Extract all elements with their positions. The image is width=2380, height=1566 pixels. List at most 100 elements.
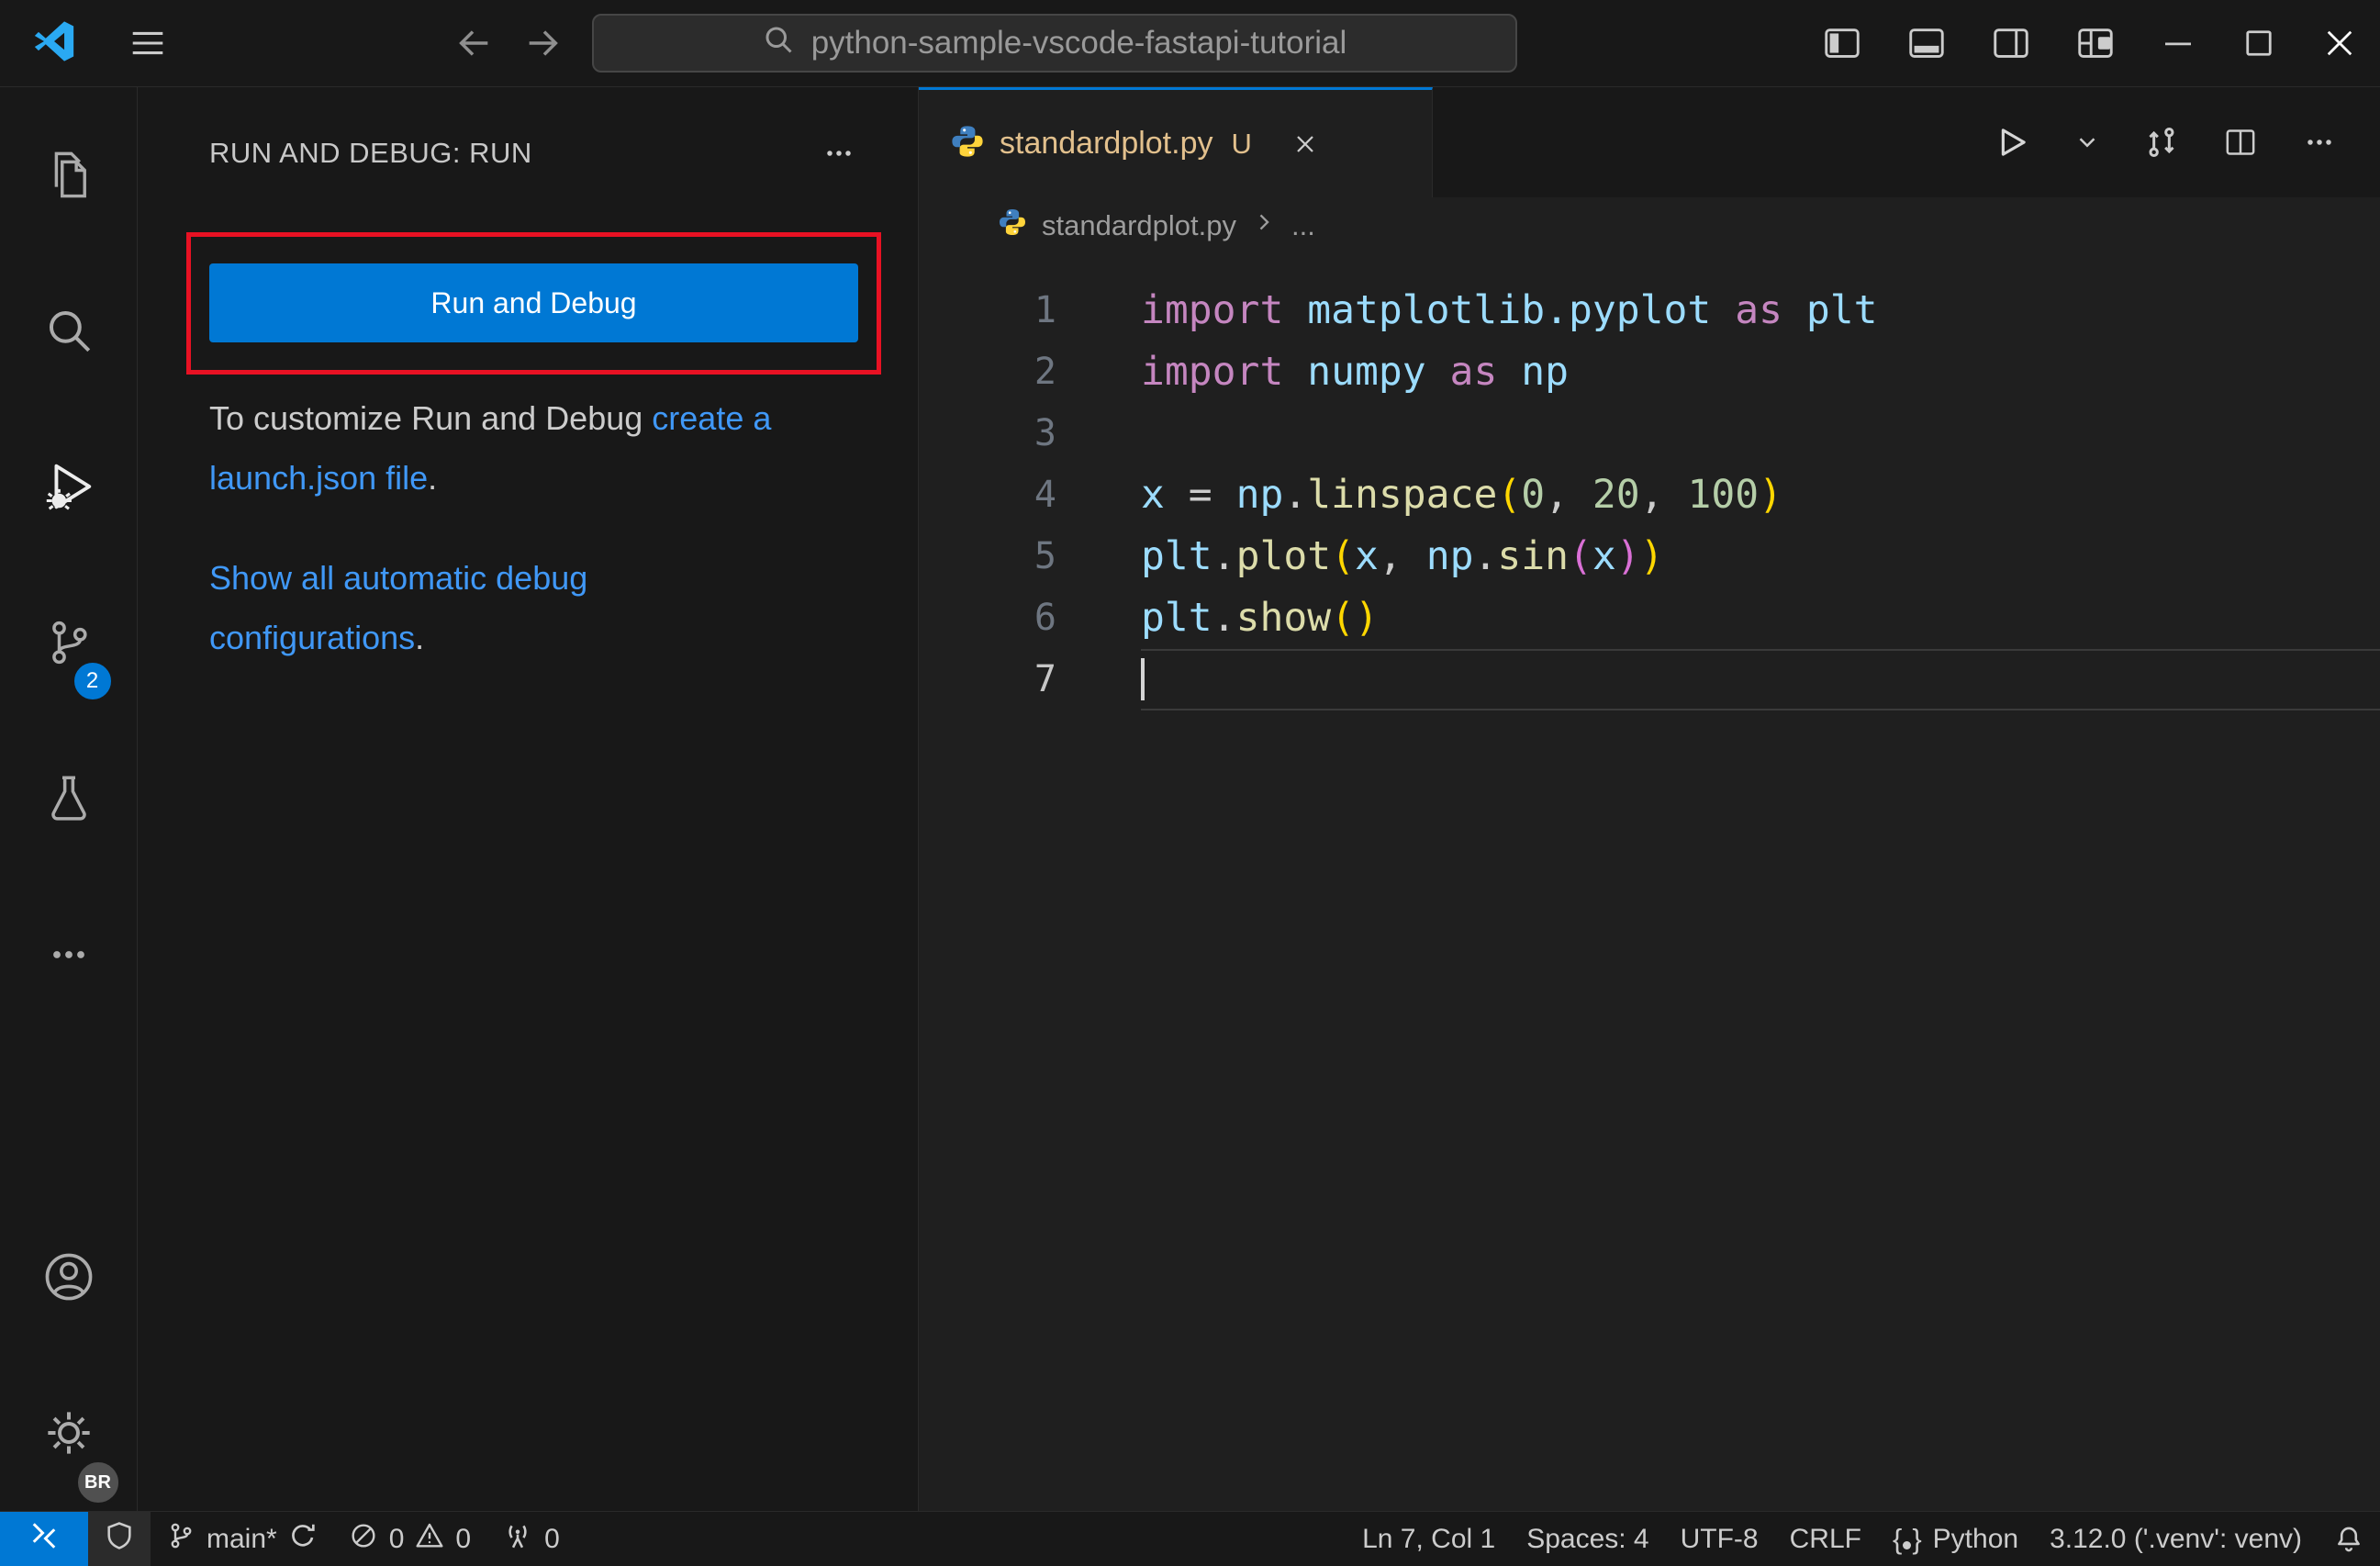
customize-text: To customize Run and Debug	[209, 399, 653, 437]
code-line-6[interactable]: 6 plt.show()	[919, 587, 2380, 649]
minimize-button[interactable]	[2138, 0, 2218, 87]
tab-standardplot[interactable]: standardplot.py U	[919, 87, 1433, 197]
breadcrumb-chevron-icon	[1251, 209, 1277, 242]
eol-item[interactable]: CRLF	[1774, 1512, 1877, 1566]
maximize-button[interactable]	[2218, 0, 2299, 87]
breadcrumb-file-name[interactable]: standardplot.py	[1042, 209, 1236, 242]
git-branch-icon	[166, 1521, 196, 1558]
toggle-primary-sidebar-icon[interactable]	[1800, 0, 1884, 87]
toggle-panel-icon[interactable]	[1884, 0, 1969, 87]
sidebar-header: RUN AND DEBUG: RUN	[138, 87, 918, 172]
tab-bar: standardplot.py U	[919, 87, 2380, 197]
tab-git-status-badge: U	[1231, 127, 1252, 160]
python-interpreter-item[interactable]: 3.12.0 ('.venv': venv)	[2034, 1512, 2318, 1566]
line-number: 4	[1034, 474, 1056, 516]
line-content[interactable]: plt.plot(x, np.sin(x))	[1141, 526, 2380, 587]
source-control-icon[interactable]: 2	[0, 565, 138, 721]
show-configs-period: .	[415, 619, 425, 656]
code-line-4[interactable]: 4 x = np.linspace(0, 20, 100)	[919, 464, 2380, 526]
customize-layout-icon[interactable]	[2053, 0, 2138, 87]
line-content[interactable]: import numpy as np	[1141, 341, 2380, 403]
cursor-position-item[interactable]: Ln 7, Col 1	[1346, 1512, 1511, 1566]
run-and-debug-button[interactable]: Run and Debug	[209, 263, 858, 342]
git-branch-label: main*	[207, 1523, 277, 1554]
code-area[interactable]: 1 import matplotlib.pyplot as plt 2 import …	[919, 254, 2380, 1511]
line-content[interactable]: plt.show()	[1141, 587, 2380, 649]
editor-group: standardplot.py U standardplot.py ... 1 …	[919, 87, 2380, 1511]
more-actions-icon[interactable]	[2301, 124, 2338, 161]
settings-gear-icon[interactable]: BR	[0, 1355, 138, 1511]
workspace-trust-item[interactable]	[88, 1512, 151, 1566]
braces-icon: {}	[1893, 1523, 1922, 1556]
remote-indicator[interactable]	[0, 1512, 88, 1566]
testing-icon[interactable]	[0, 721, 138, 877]
tab-close-icon[interactable]	[1291, 129, 1320, 159]
close-button[interactable]	[2299, 0, 2380, 87]
run-and-debug-sidebar: RUN AND DEBUG: RUN Run and Debug To cust…	[138, 87, 919, 1511]
git-branch-item[interactable]: main*	[151, 1512, 333, 1566]
more-views-icon[interactable]	[0, 877, 138, 1033]
split-editor-icon[interactable]	[2222, 124, 2259, 161]
line-content[interactable]: x = np.linspace(0, 20, 100)	[1141, 464, 2380, 526]
code-line-2[interactable]: 2 import numpy as np	[919, 341, 2380, 403]
line-content[interactable]: import matplotlib.pyplot as plt	[1141, 280, 2380, 341]
run-dropdown-chevron-icon[interactable]	[2073, 129, 2101, 156]
toggle-secondary-sidebar-icon[interactable]	[1969, 0, 2053, 87]
search-view-icon[interactable]	[0, 252, 138, 408]
ports-item[interactable]: 0	[486, 1512, 575, 1566]
line-number: 3	[1034, 412, 1056, 454]
titlebar-right	[1800, 0, 2380, 86]
show-configs-hint: Show all automatic debug configurations.	[209, 548, 788, 667]
explorer-icon[interactable]	[0, 96, 138, 252]
line-number: 1	[1034, 289, 1056, 331]
breadcrumb-python-file-icon	[998, 207, 1027, 244]
line-number: 7	[1034, 658, 1056, 700]
sidebar-title: RUN AND DEBUG: RUN	[209, 137, 532, 169]
cursor-position-label: Ln 7, Col 1	[1362, 1523, 1496, 1554]
forward-icon[interactable]	[522, 22, 564, 64]
views-and-more-actions-icon[interactable]	[821, 135, 857, 172]
tab-label: standardplot.py	[1000, 126, 1213, 161]
line-content[interactable]	[1141, 403, 2380, 464]
menu-icon[interactable]	[127, 22, 169, 64]
errors-icon	[349, 1521, 378, 1558]
code-line-3[interactable]: 3	[919, 403, 2380, 464]
shield-icon	[104, 1520, 135, 1559]
brace-open: {	[1892, 1522, 1903, 1555]
notifications-bell-icon[interactable]	[2318, 1512, 2380, 1566]
language-label: Python	[1932, 1523, 2019, 1554]
status-bar: main* 0 0 0 Ln 7, Col 1 Spaces: 4 UTF-8	[0, 1511, 2380, 1566]
run-and-debug-icon[interactable]	[0, 408, 138, 565]
customize-hint: To customize Run and Debug create a laun…	[209, 388, 788, 508]
run-python-file-icon[interactable]	[1993, 123, 2031, 162]
code-line-1[interactable]: 1 import matplotlib.pyplot as plt	[919, 280, 2380, 341]
code-line-7[interactable]: 7	[919, 649, 2380, 710]
line-content[interactable]	[1141, 649, 2380, 710]
brace-close: }	[1912, 1522, 1922, 1555]
back-icon[interactable]	[453, 22, 495, 64]
breadcrumb-more[interactable]: ...	[1291, 209, 1315, 242]
code-line-5[interactable]: 5 plt.plot(x, np.sin(x))	[919, 526, 2380, 587]
encoding-item[interactable]: UTF-8	[1665, 1512, 1774, 1566]
command-center-search[interactable]: python-sample-vscode-fastapi-tutorial	[591, 14, 1517, 73]
vscode-logo-icon	[33, 20, 75, 67]
show-debug-configurations-link[interactable]: Show all automatic debug configurations	[209, 559, 587, 656]
ports-count: 0	[544, 1523, 560, 1554]
warnings-icon	[415, 1521, 444, 1558]
breadcrumb[interactable]: standardplot.py ...	[919, 197, 2380, 254]
customize-period: .	[428, 459, 438, 497]
open-changes-icon[interactable]	[2143, 124, 2180, 161]
accounts-icon[interactable]	[0, 1199, 138, 1355]
python-file-icon	[950, 124, 985, 163]
eol-label: CRLF	[1789, 1523, 1861, 1554]
language-mode-item[interactable]: {} Python	[1877, 1512, 2034, 1566]
problems-item[interactable]: 0 0	[333, 1512, 486, 1566]
interpreter-label: 3.12.0 ('.venv': venv)	[2050, 1523, 2302, 1554]
search-text: python-sample-vscode-fastapi-tutorial	[810, 25, 1347, 61]
line-number: 2	[1034, 351, 1056, 393]
indentation-item[interactable]: Spaces: 4	[1511, 1512, 1664, 1566]
sync-icon	[288, 1521, 318, 1558]
profile-badge: BR	[74, 1460, 121, 1505]
titlebar: python-sample-vscode-fastapi-tutorial	[0, 0, 2380, 87]
line-number: 6	[1034, 597, 1056, 639]
